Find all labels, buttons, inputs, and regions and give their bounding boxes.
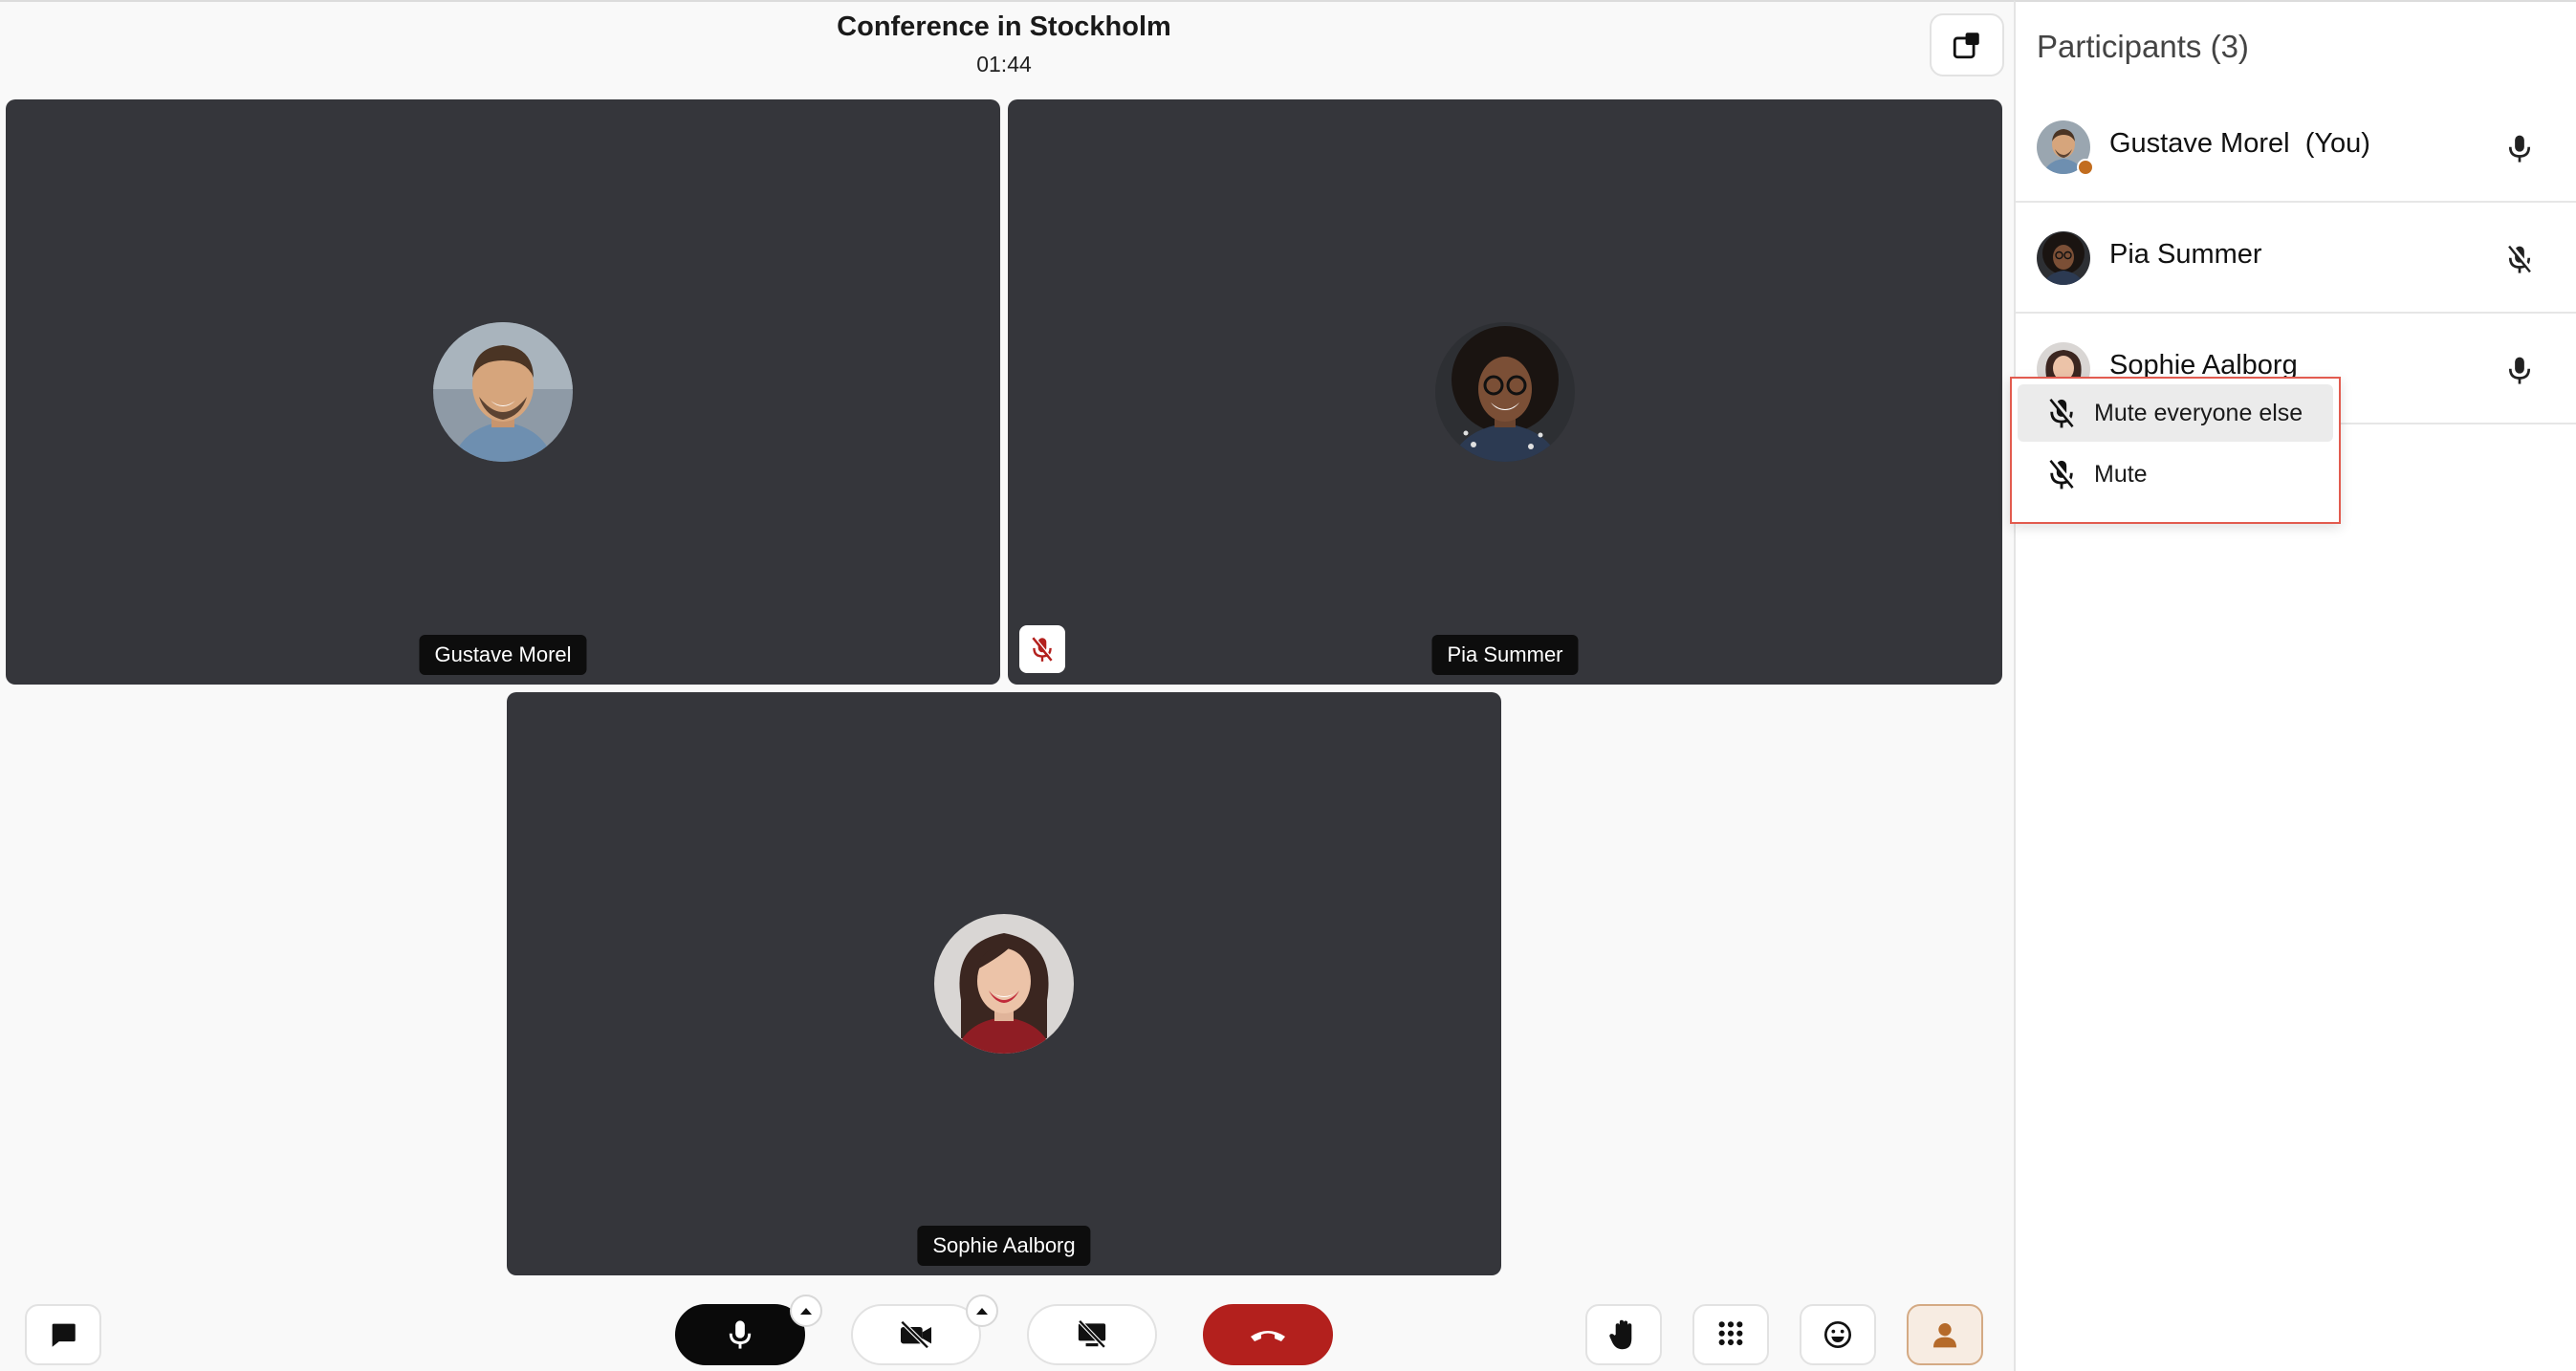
camera-off-icon [900, 1320, 931, 1349]
person-icon [1933, 1323, 1956, 1348]
participant-name: Pia Summer [2109, 239, 2262, 270]
conference-header: Conference in Stockholm 01:44 [0, 2, 2014, 98]
mic-off-icon [2508, 244, 2534, 273]
participant-row[interactable]: Pia Summer [2016, 203, 2576, 314]
call-controls-bar [0, 1277, 2014, 1371]
avatar [433, 322, 573, 462]
chevron-up-icon [800, 1308, 812, 1315]
mic-icon [2508, 135, 2531, 163]
mic-icon [729, 1320, 752, 1349]
camera-toggle-button[interactable] [851, 1304, 981, 1365]
raise-hand-button[interactable] [1585, 1304, 1662, 1365]
screen-share-button[interactable] [1027, 1304, 1157, 1365]
participant-row[interactable]: Gustave Morel (You) [2016, 92, 2576, 203]
camera-options-caret[interactable] [966, 1295, 998, 1327]
tile-name-label: Pia Summer [1431, 635, 1579, 675]
mic-off-icon [1032, 636, 1054, 662]
participants-title: Participants (3) [2037, 29, 2249, 64]
mic-off-icon [2049, 397, 2076, 428]
mic-toggle-button[interactable] [675, 1304, 805, 1365]
video-tile-gustave[interactable]: Gustave Morel [6, 99, 1000, 685]
chat-button[interactable] [25, 1304, 101, 1365]
emoji-icon [1824, 1321, 1851, 1348]
hand-icon [1609, 1319, 1632, 1350]
dialpad-button[interactable] [1692, 1304, 1769, 1365]
avatar [934, 914, 1074, 1054]
popout-icon [1953, 33, 1979, 59]
dialpad-icon [1718, 1321, 1743, 1346]
conference-title: Conference in Stockholm [837, 11, 1171, 42]
avatar [2037, 231, 2090, 285]
avatar [1435, 322, 1575, 462]
mute-everyone-else-item[interactable]: Mute everyone else [2018, 384, 2333, 442]
tile-name-label: Sophie Aalborg [917, 1226, 1091, 1266]
hangup-button[interactable] [1203, 1304, 1333, 1365]
mic-off-icon [2049, 458, 2076, 490]
screen-share-off-icon [1078, 1319, 1106, 1349]
chevron-up-icon [976, 1308, 988, 1315]
video-tile-pia[interactable]: Pia Summer [1008, 99, 2002, 685]
participants-panel: Participants (3) Gustave Morel (You) Pia… [2014, 0, 2576, 1371]
phone-hangup-icon [1251, 1331, 1285, 1341]
mute-item[interactable]: Mute [2018, 446, 2333, 503]
popout-button[interactable] [1930, 13, 2004, 76]
participants-button[interactable] [1907, 1304, 1983, 1365]
mic-icon [2508, 357, 2531, 384]
video-tile-sophie[interactable]: Sophie Aalborg [507, 692, 1501, 1275]
chat-icon [52, 1323, 76, 1347]
participant-context-menu: Mute everyone else Mute [2010, 377, 2341, 524]
tile-muted-badge [1019, 625, 1065, 673]
mic-options-caret[interactable] [790, 1295, 822, 1327]
reactions-button[interactable] [1800, 1304, 1876, 1365]
host-badge [2077, 159, 2094, 176]
menu-item-label: Mute everyone else [2094, 399, 2303, 426]
call-timer: 01:44 [976, 52, 1032, 76]
conference-stage: Conference in Stockholm 01:44 Gustave Mo… [0, 0, 2014, 1371]
tile-name-label: Gustave Morel [419, 635, 587, 675]
participant-name: Gustave Morel (You) [2109, 128, 2370, 159]
menu-item-label: Mute [2094, 460, 2148, 488]
